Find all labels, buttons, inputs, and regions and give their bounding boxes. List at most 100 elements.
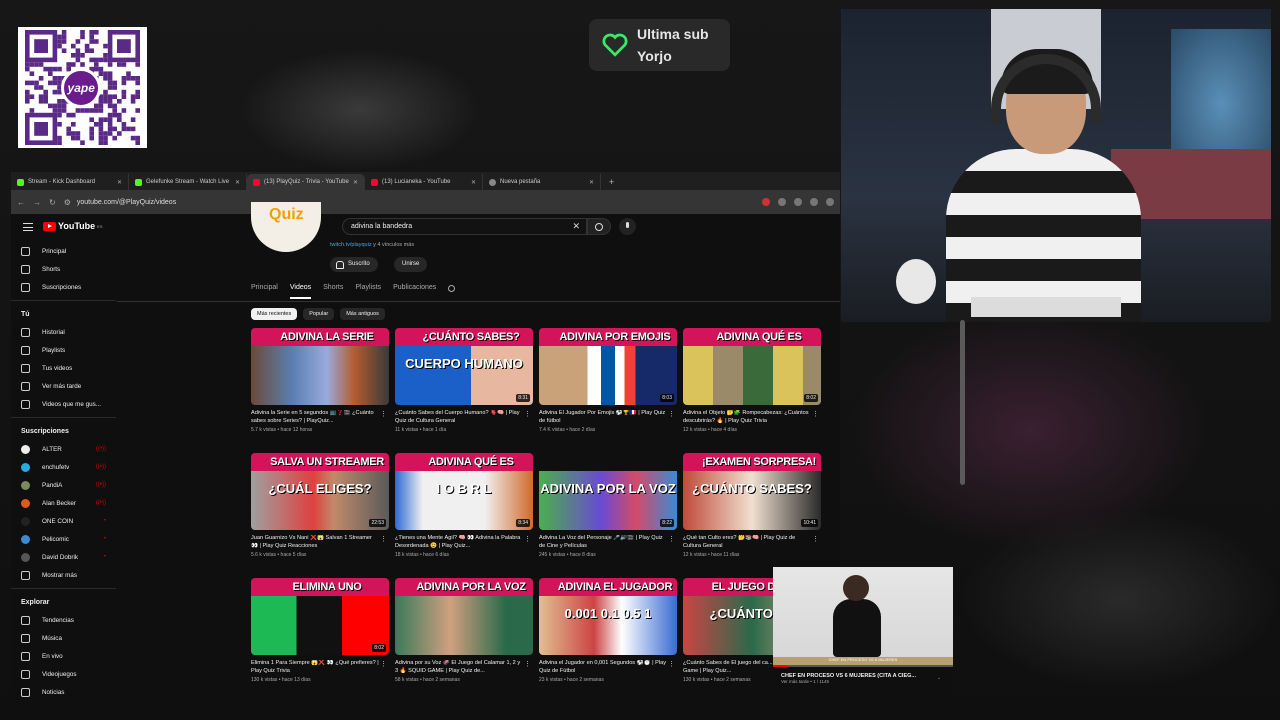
sidebar-item-shorts[interactable]: Shorts [11, 260, 116, 278]
mini-player[interactable]: CHEF EN PROCESO VS 6 MUJERES CHEF EN PRO… [773, 567, 953, 697]
chip-recent[interactable]: Más recientes [251, 308, 298, 320]
sidebar-sub-item[interactable]: enchufetv ((•)) [11, 458, 116, 476]
video-thumbnail[interactable]: ADIVINA POR EMOJIS 8:03 [539, 328, 677, 405]
more-options-icon[interactable]: ⋮ [524, 535, 531, 543]
video-title[interactable]: Adivina la Serie en 5 segundos 📺❓🎬 ¿Cuán… [251, 410, 389, 425]
sidebar-item-liked[interactable]: Videos que me gus... [11, 395, 116, 413]
video-thumbnail[interactable]: ADIVINA QUÉ ES I O B R L 8:34 [395, 453, 533, 530]
channel-search-icon[interactable] [448, 285, 456, 292]
close-icon[interactable]: ✕ [353, 179, 358, 186]
video-card[interactable]: ADIVINA QUÉ ES 8:02 Adivina el Objeto 🤔🧩 R… [683, 328, 821, 453]
mini-player-video[interactable]: CHEF EN PROCESO VS 6 MUJERES [773, 567, 953, 665]
tab-kick-dashboard[interactable]: Stream - Kick Dashboard ✕ [11, 174, 129, 190]
record-icon[interactable] [762, 198, 770, 206]
video-card[interactable]: ¡EXAMEN SORPRESA! ¿CUÁNTO SABES? 10:41 ¿Qué… [683, 453, 821, 578]
forward-icon[interactable]: → [33, 198, 41, 207]
tab-videos[interactable]: Videos [289, 284, 312, 299]
new-tab-button[interactable]: + [601, 174, 622, 190]
video-card[interactable]: ELIMINA UNO 8:02 Elimina 1 Para Siempre 😱❌… [251, 578, 389, 703]
video-thumbnail[interactable]: ADIVINA POR LA VOZ 8:22 [539, 453, 677, 530]
video-card[interactable]: ADIVINA POR LA VOZ 8:22 Adivina La Voz del… [539, 453, 677, 578]
sidebar-section-you[interactable]: Tú [11, 305, 116, 323]
sidebar-item-watch-later[interactable]: Ver más tarde [11, 377, 116, 395]
sidebar-item-history[interactable]: Historial [11, 323, 116, 341]
more-options-icon[interactable]: ⋮ [668, 410, 675, 418]
sidebar-sub-item[interactable]: Pelicomic • [11, 530, 116, 548]
sidebar-sub-item[interactable]: Alan Becker ((•)) [11, 494, 116, 512]
more-options-icon[interactable]: ⋮ [524, 410, 531, 418]
video-title[interactable]: Adivina por su Voz 🦑 El Juego del Calama… [395, 660, 533, 675]
close-icon[interactable]: ✕ [235, 179, 240, 186]
video-thumbnail[interactable]: ADIVINA LA SERIE [251, 328, 389, 405]
video-thumbnail[interactable]: ELIMINA UNO 8:02 [251, 578, 389, 655]
tab-lucianeka[interactable]: (13) Lucianeka - YouTube ✕ [365, 174, 483, 190]
tab-posts[interactable]: Publicaciones [393, 284, 436, 299]
more-options-icon[interactable]: ⋮ [812, 410, 819, 418]
video-card[interactable]: ADIVINA POR EMOJIS 8:03 Adivina El Jugador… [539, 328, 677, 453]
menu-icon[interactable] [23, 223, 33, 231]
more-options-icon[interactable]: ⋮ [380, 410, 387, 418]
more-options-icon[interactable]: ⋮ [524, 660, 531, 668]
profile-icon[interactable] [826, 198, 834, 206]
video-title[interactable]: Adivina el Objeto 🤔🧩 Rompecabezas: ¿Cuán… [683, 410, 821, 425]
video-card[interactable]: ADIVINA LA SERIE Adivina la Serie en 5 se… [251, 328, 389, 453]
sidebar-item-playlists[interactable]: Playlists [11, 341, 116, 359]
video-title[interactable]: Juan Guarnizo Vs Nani ❌😱 Salvan 1 Stream… [251, 535, 389, 550]
video-title[interactable]: Adivina La Voz del Personaje 🎤🔊🎬 | Play … [539, 535, 677, 550]
video-title[interactable]: ¿Tienes una Mente Ágil? 🧠 👀 Adivina la P… [395, 535, 533, 550]
more-options-icon[interactable]: ⋮ [380, 535, 387, 543]
bookmark-icon[interactable] [794, 198, 802, 206]
video-thumbnail[interactable]: SALVA UN STREAMER ¿CUÁL ELIGES? 22:53 [251, 453, 389, 530]
scrollbar[interactable] [960, 320, 965, 485]
video-thumbnail[interactable]: ADIVINA EL JUGADOR 0.001 0.1 0.5 1 [539, 578, 677, 655]
more-options-icon[interactable]: ⋮ [380, 660, 387, 668]
tab-shorts[interactable]: Shorts [323, 284, 343, 299]
video-thumbnail[interactable]: ¡EXAMEN SORPRESA! ¿CUÁNTO SABES? 10:41 [683, 453, 821, 530]
video-title[interactable]: Adivina El Jugador Por Emojis ⚽🏆🇫🇷 | Pla… [539, 410, 677, 425]
channel-avatar[interactable]: Quiz [251, 202, 321, 252]
url-field[interactable]: ⚙ youtube.com/@PlayQuiz/videos [64, 198, 754, 207]
chevron-up-icon[interactable]: ⌃ [937, 677, 941, 683]
sidebar-sub-item[interactable]: David Dobrik • [11, 548, 116, 566]
tab-playlists[interactable]: Playlists [355, 284, 381, 299]
video-card[interactable]: ADIVINA EL JUGADOR 0.001 0.1 0.5 1 Adivina… [539, 578, 677, 703]
more-options-icon[interactable]: ⋮ [812, 535, 819, 543]
tab-playquiz[interactable]: (13) PlayQuiz - Trivia - YouTube ✕ [247, 174, 365, 190]
tab-gelefunke[interactable]: Gelefunke Stream - Watch Live ✕ [129, 174, 247, 190]
sidebar-item-your-videos[interactable]: Tus videos [11, 359, 116, 377]
sidebar-sub-item[interactable]: ALTER ((•)) [11, 440, 116, 458]
chip-popular[interactable]: Popular [303, 308, 335, 320]
video-thumbnail[interactable]: ADIVINA POR LA VOZ [395, 578, 533, 655]
tab-new[interactable]: Nueva pestaña ✕ [483, 174, 601, 190]
subscribed-button[interactable]: Suscrito [330, 257, 378, 272]
sidebar-item-live[interactable]: En vivo [11, 647, 116, 665]
video-title[interactable]: ¿Qué tan Culto eres? 🤔📚🧠 | Play Quiz de … [683, 535, 821, 550]
close-icon[interactable]: ✕ [471, 179, 476, 186]
sidebar-item-trending[interactable]: Tendencias [11, 611, 116, 629]
more-options-icon[interactable]: ⋮ [668, 660, 675, 668]
video-title[interactable]: ¿Cuánto Sabes del Cuerpo Humano? 🫀🧠 | Pl… [395, 410, 533, 425]
sidebar-item-music[interactable]: Música [11, 629, 116, 647]
video-card[interactable]: SALVA UN STREAMER ¿CUÁL ELIGES? 22:53 Juan … [251, 453, 389, 578]
channel-links-more[interactable]: y 4 vínculos más [372, 242, 414, 248]
more-options-icon[interactable]: ⋮ [668, 535, 675, 543]
close-icon[interactable]: ✕ [589, 179, 594, 186]
chip-oldest[interactable]: Más antiguos [340, 308, 385, 320]
sidebar-item-principal[interactable]: Principal [11, 242, 116, 260]
youtube-logo[interactable]: YouTube ES [43, 221, 103, 231]
tab-principal[interactable]: Principal [251, 284, 278, 299]
video-thumbnail[interactable]: ADIVINA QUÉ ES 8:02 [683, 328, 821, 405]
sidebar-sub-item[interactable]: PandiA ((•)) [11, 476, 116, 494]
extension-icon[interactable] [810, 198, 818, 206]
close-icon[interactable]: ✕ [117, 179, 122, 186]
back-icon[interactable]: ← [17, 198, 25, 207]
reload-icon[interactable]: ↻ [49, 198, 56, 207]
video-title[interactable]: Adivina el Jugador en 0,001 Segundos ⚽⏱️… [539, 660, 677, 675]
video-card[interactable]: ¿CUÁNTO SABES? CUERPO HUMANO 8:31 ¿Cuánto S… [395, 328, 533, 453]
sidebar-item-show-more[interactable]: Mostrar más [11, 566, 116, 584]
video-card[interactable]: ADIVINA QUÉ ES I O B R L 8:34 ¿Tienes una M… [395, 453, 533, 578]
sidebar-item-subscriptions[interactable]: Suscripciones [11, 278, 116, 296]
join-button[interactable]: Unirse [394, 257, 428, 272]
site-info-icon[interactable]: ⚙ [64, 198, 71, 207]
video-card[interactable]: ADIVINA POR LA VOZ Adivina por su Voz 🦑 E… [395, 578, 533, 703]
